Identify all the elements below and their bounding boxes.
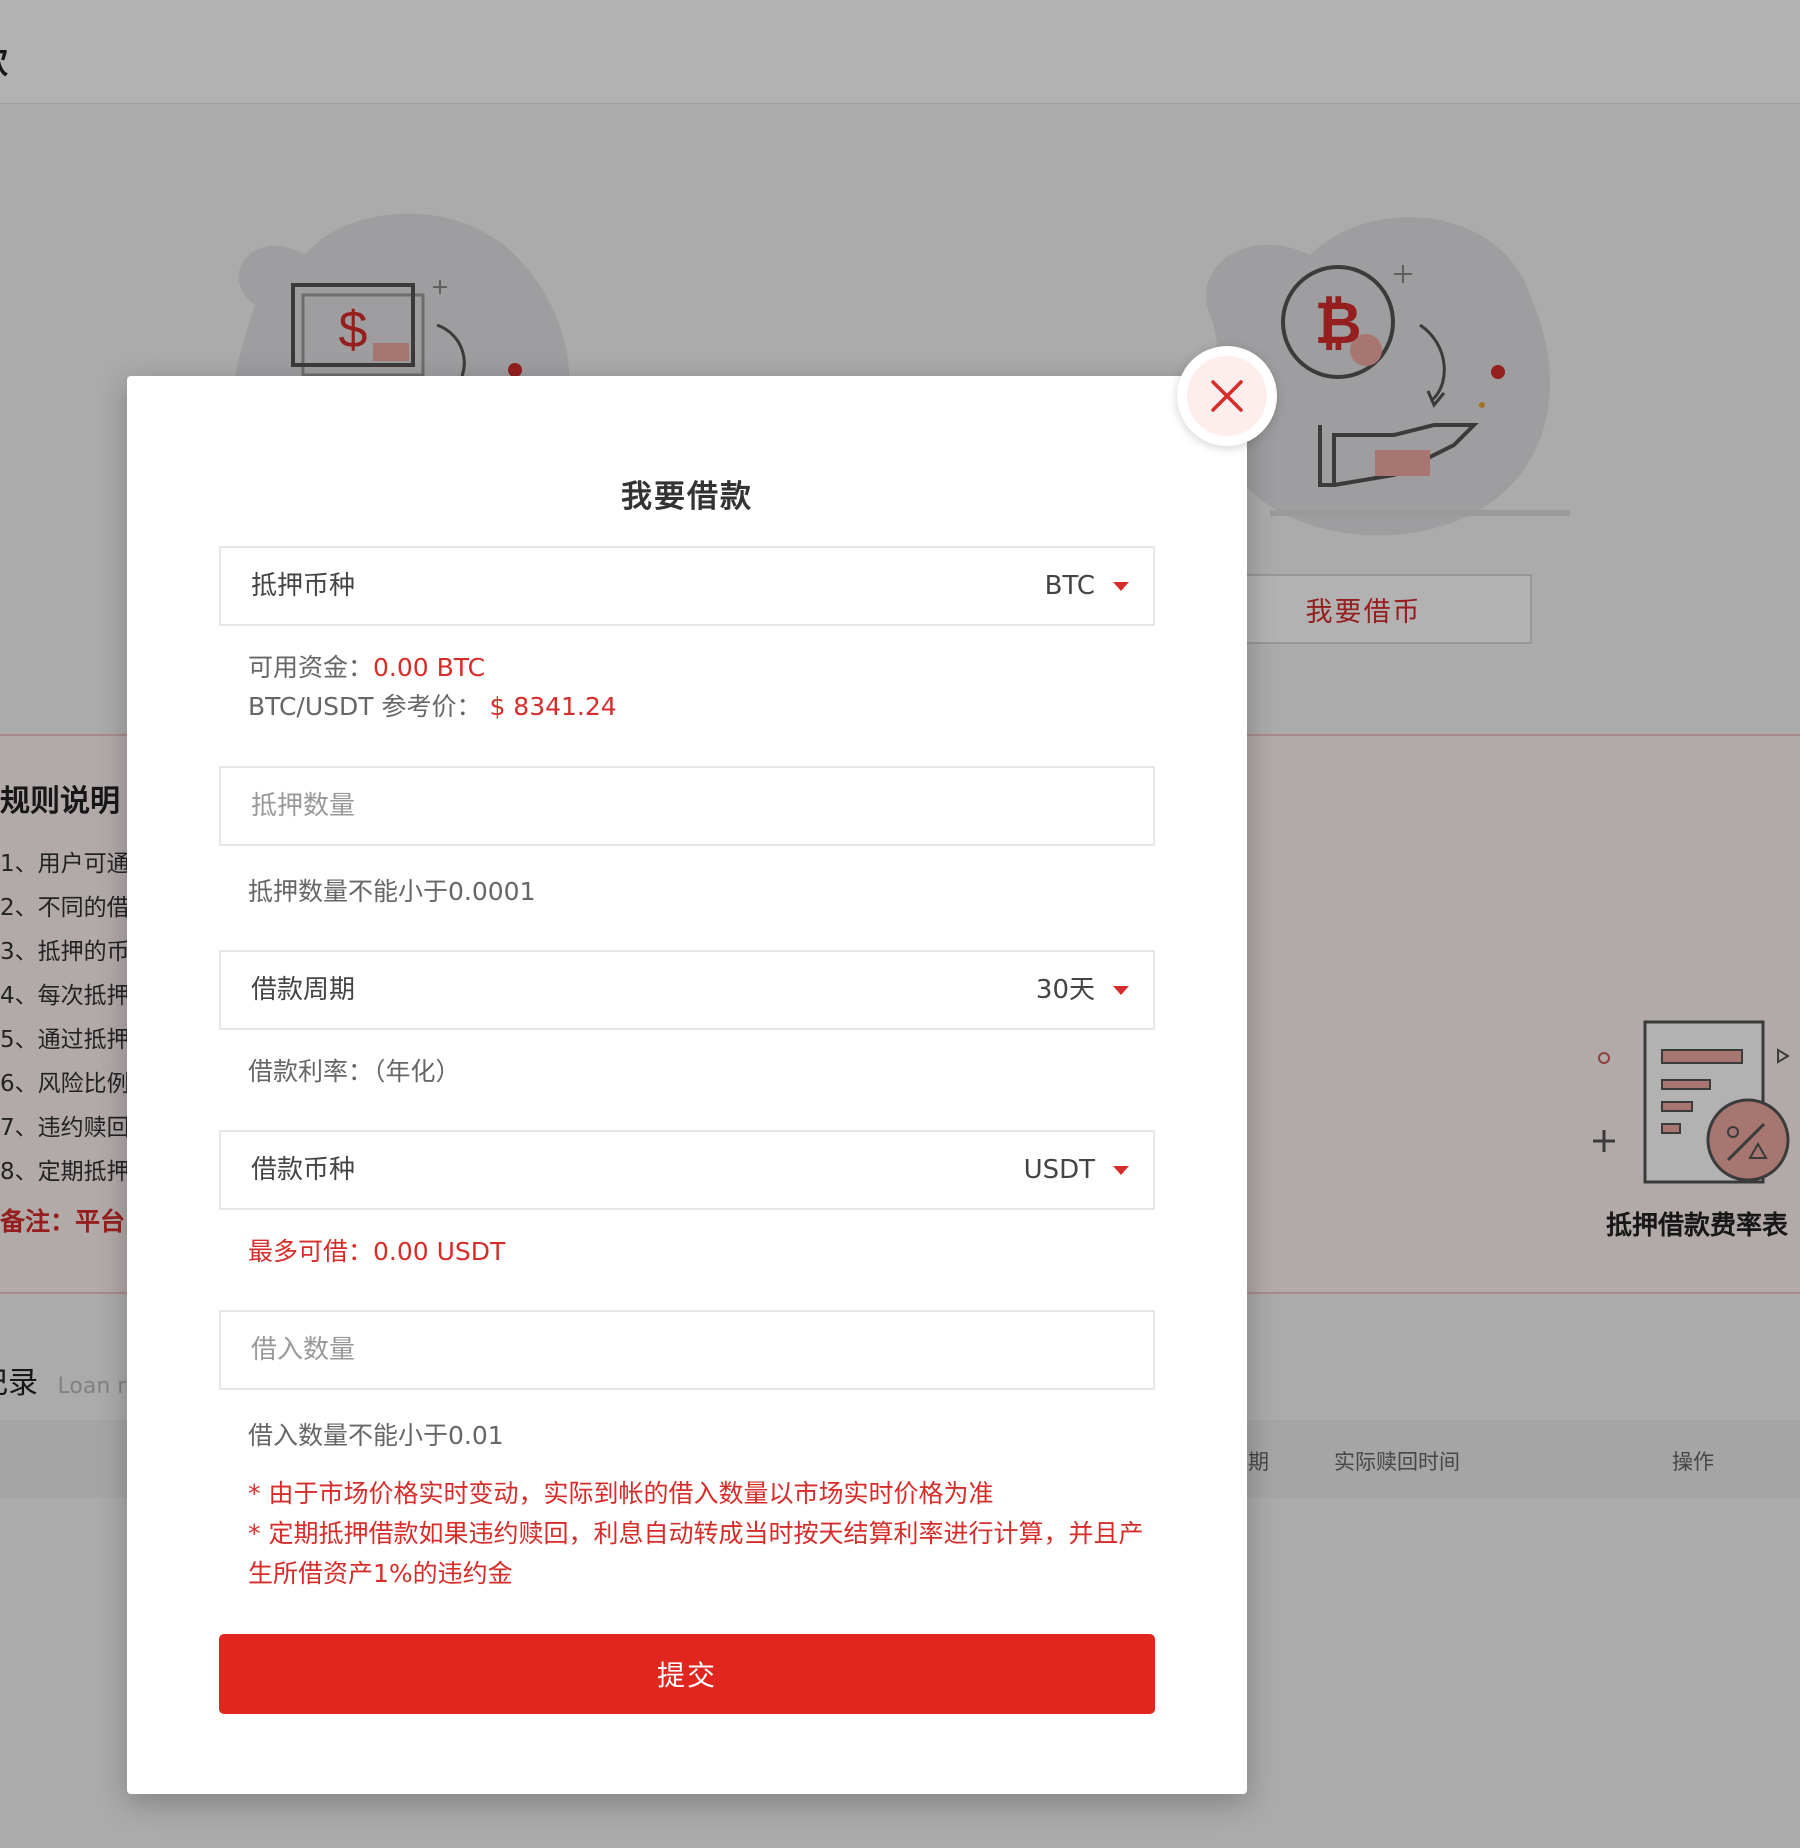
loan-period-label: 借款周期 bbox=[251, 975, 356, 1005]
warning-note: * 由于市场价格实时变动，实际到帐的借入数量以市场实时价格为准 bbox=[248, 1479, 994, 1508]
max-borrow-value: 0.00 USDT bbox=[373, 1237, 506, 1266]
reference-price-value: $ 8341.24 bbox=[489, 692, 617, 721]
warning-notes: * 由于市场价格实时变动，实际到帐的借入数量以市场实时价格为准 * 定期抵押借款… bbox=[248, 1474, 1168, 1594]
collateral-amount-hint: 抵押数量不能小于0.0001 bbox=[248, 877, 536, 906]
loan-rate-value: （年化） bbox=[373, 1057, 461, 1086]
borrow-amount-hint: 借入数量不能小于0.01 bbox=[248, 1421, 504, 1450]
loan-rate: 借款利率：（年化） bbox=[248, 1057, 461, 1086]
available-funds-value: 0.00 BTC bbox=[373, 653, 486, 682]
caret-down-icon bbox=[1113, 582, 1129, 591]
collateral-coin-label: 抵押币种 bbox=[251, 571, 356, 601]
collateral-coin-value: BTC bbox=[1044, 571, 1095, 601]
max-borrow: 最多可借：0.00 USDT bbox=[248, 1237, 506, 1266]
submit-button[interactable]: 提交 bbox=[219, 1634, 1155, 1714]
close-icon bbox=[1211, 380, 1243, 412]
loan-period-value: 30天 bbox=[1035, 975, 1095, 1005]
collateral-amount-input[interactable] bbox=[221, 768, 1153, 844]
collateral-coin-select[interactable]: 抵押币种 BTC bbox=[219, 546, 1155, 626]
reference-price: BTC/USDT 参考价： $ 8341.24 bbox=[248, 692, 617, 721]
collateral-amount-field[interactable] bbox=[219, 766, 1155, 846]
warning-note: * 定期抵押借款如果违约赎回，利息自动转成当时按天结算利率进行计算，并且产生所借… bbox=[248, 1519, 1144, 1588]
close-button[interactable] bbox=[1177, 346, 1277, 446]
modal-title: 我要借款 bbox=[621, 479, 753, 515]
loan-period-select[interactable]: 借款周期 30天 bbox=[219, 950, 1155, 1030]
available-funds: 可用资金：0.00 BTC bbox=[248, 653, 486, 682]
borrow-amount-input[interactable] bbox=[221, 1312, 1153, 1388]
caret-down-icon bbox=[1113, 1166, 1129, 1175]
borrow-modal: 我要借款 抵押币种 BTC 可用资金：0.00 BTC BTC/USDT 参考价… bbox=[127, 376, 1247, 1794]
loan-coin-value: USDT bbox=[1023, 1155, 1095, 1185]
caret-down-icon bbox=[1113, 986, 1129, 995]
borrow-amount-field[interactable] bbox=[219, 1310, 1155, 1390]
loan-coin-select[interactable]: 借款币种 USDT bbox=[219, 1130, 1155, 1210]
loan-coin-label: 借款币种 bbox=[251, 1155, 356, 1185]
